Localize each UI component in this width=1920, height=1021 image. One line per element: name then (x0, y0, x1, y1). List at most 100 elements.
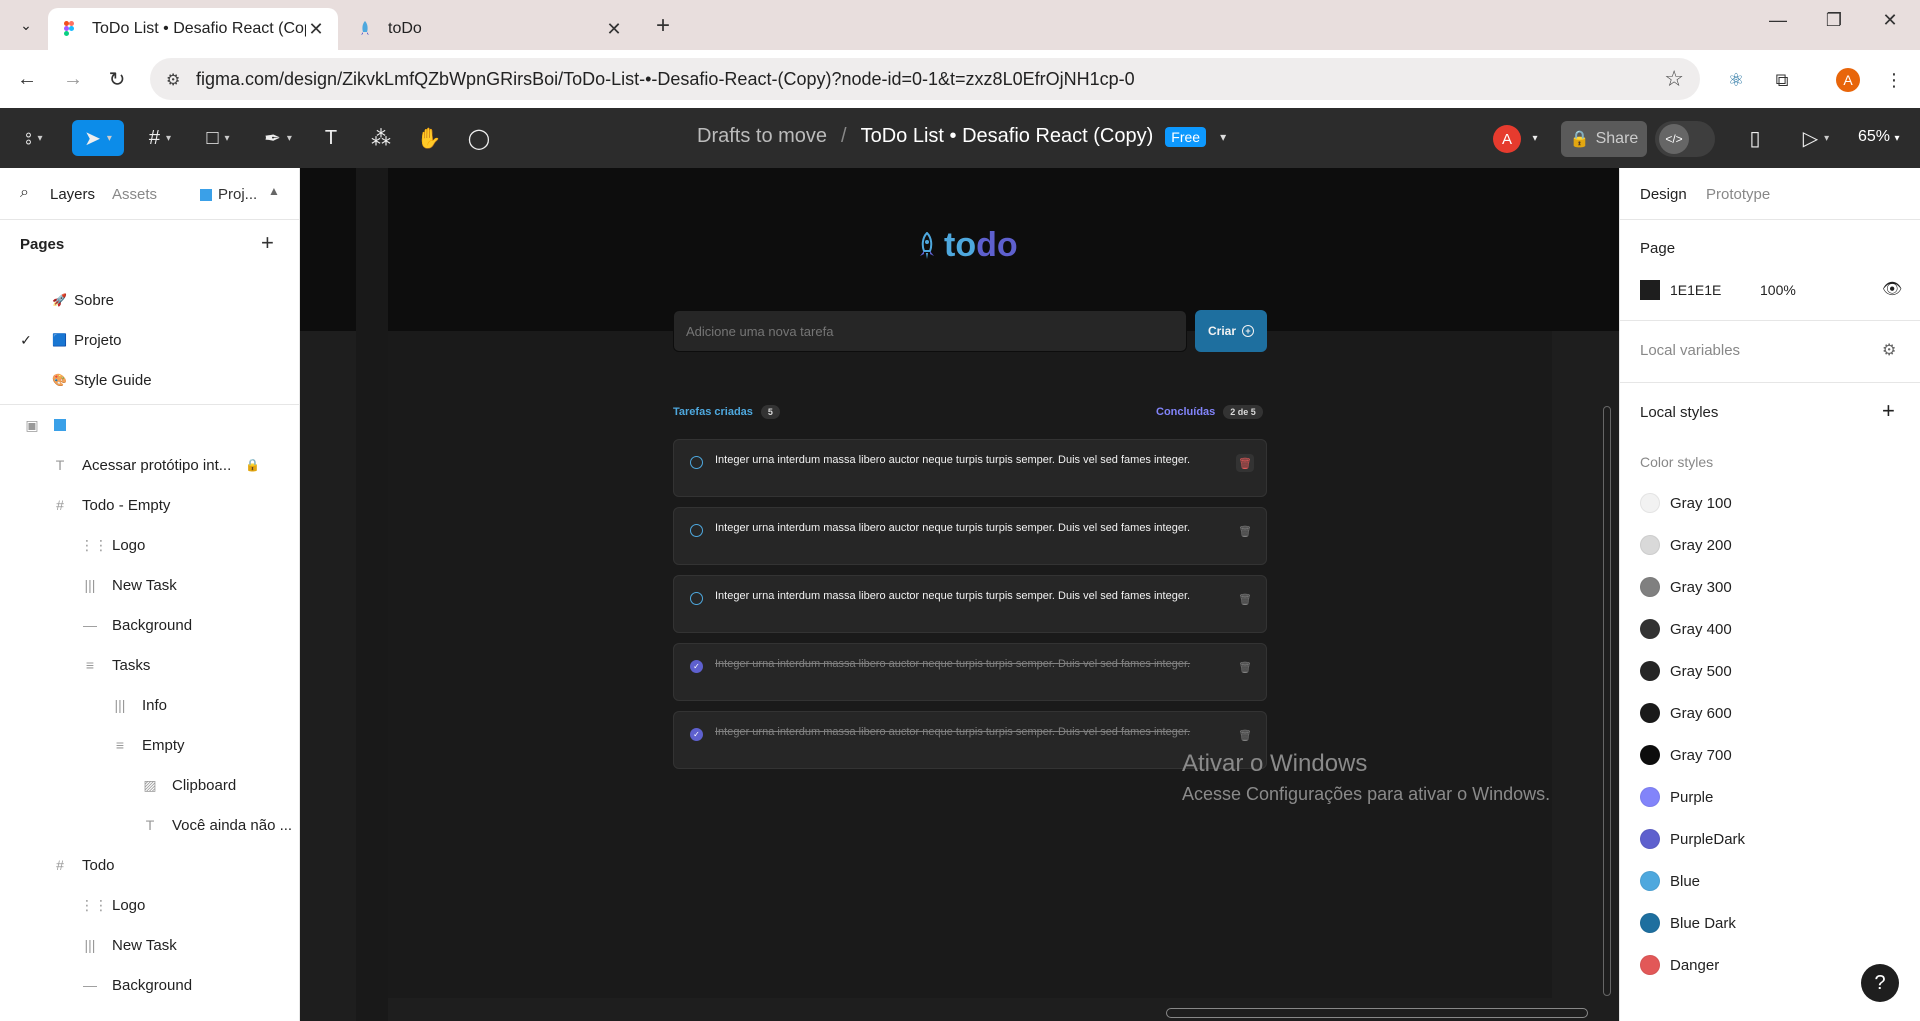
react-devtools-extension-icon[interactable]: ⚛ (1722, 66, 1750, 94)
unchecked-circle-icon[interactable] (690, 592, 703, 605)
trash-icon[interactable]: 🗑 (1236, 726, 1254, 744)
layer-row[interactable]: ||| New Task (0, 565, 300, 605)
layer-row[interactable]: — Background (0, 965, 300, 1005)
hand-tool[interactable]: ✋ (414, 120, 444, 156)
color-style-item[interactable]: Gray 400 (1620, 608, 1920, 650)
present-button[interactable]: ▷ ▾ (1796, 120, 1836, 156)
tab-design[interactable]: Design (1640, 186, 1687, 203)
trash-icon[interactable]: 🗑 (1236, 454, 1254, 472)
browser-menu-icon[interactable]: ⋮ (1880, 66, 1908, 94)
resources-tool[interactable]: ⁂ (366, 120, 396, 156)
layer-row[interactable]: T Você ainda não ... (0, 805, 300, 845)
page-item[interactable]: 🚀 Sobre (0, 280, 300, 320)
local-variables-label[interactable]: Local variables (1640, 342, 1740, 359)
collaborator-avatar[interactable]: A (1493, 125, 1521, 153)
layer-row[interactable]: ≡ Tasks (0, 645, 300, 685)
close-tab-icon[interactable]: ✕ (604, 19, 624, 40)
layer-row[interactable]: ||| Info (0, 685, 300, 725)
address-bar[interactable]: ⚙ figma.com/design/ZikvkLmfQZbWpnGRirsBo… (150, 58, 1700, 100)
move-tool[interactable]: ➤ ▾ (72, 120, 124, 156)
layer-row[interactable]: ⋮⋮ Logo (0, 885, 300, 925)
create-button[interactable]: Criar + (1195, 310, 1267, 352)
text-tool[interactable]: T (316, 120, 346, 156)
checked-circle-icon[interactable]: ✓ (690, 660, 703, 673)
lock-icon[interactable]: 🔒 (245, 458, 260, 472)
horizontal-scrollbar[interactable] (1166, 1008, 1588, 1018)
reload-icon[interactable]: ↻ (104, 66, 130, 92)
page-item[interactable]: ✓ 🟦 Projeto (0, 320, 300, 360)
color-style-item[interactable]: Gray 700 (1620, 734, 1920, 776)
browser-tab-todo[interactable]: toDo ✕ (344, 8, 636, 50)
share-button[interactable]: 🔒 Share (1561, 121, 1647, 157)
tab-layers[interactable]: Layers (50, 186, 95, 203)
color-style-item[interactable]: Gray 500 (1620, 650, 1920, 692)
browser-profile-avatar[interactable]: A (1836, 68, 1860, 92)
close-window-icon[interactable]: ✕ (1870, 10, 1910, 31)
layer-row[interactable]: ▨ Clipboard (0, 765, 300, 805)
bookmark-star-icon[interactable]: ☆ (1664, 66, 1684, 92)
new-task-input[interactable] (673, 310, 1187, 352)
help-button[interactable]: ? (1861, 964, 1899, 1002)
color-style-item[interactable]: Gray 100 (1620, 482, 1920, 524)
color-style-item[interactable]: Gray 200 (1620, 524, 1920, 566)
color-style-item[interactable]: PurpleDark (1620, 818, 1920, 860)
comment-tool[interactable]: ◯ (464, 120, 494, 156)
chevron-up-icon[interactable]: ▲ (268, 184, 280, 198)
url-text[interactable]: figma.com/design/ZikvkLmfQZbWpnGRirsBoi/… (196, 69, 1135, 90)
layer-page-root[interactable]: ▣ (0, 405, 300, 445)
forward-icon[interactable]: → (60, 66, 86, 92)
page-color-swatch[interactable] (1640, 280, 1660, 300)
page-opacity[interactable]: 100% (1760, 282, 1796, 298)
trash-icon[interactable]: 🗑 (1236, 658, 1254, 676)
frame-tool[interactable]: # ▾ (140, 120, 180, 156)
chevron-down-icon[interactable]: ▾ (1220, 130, 1226, 144)
chevron-down-icon[interactable]: ▾ (1528, 120, 1542, 156)
restore-icon[interactable]: ❐ (1814, 10, 1854, 31)
zoom-level[interactable]: 65% ▾ (1858, 128, 1900, 146)
shape-tool[interactable]: □ ▾ (198, 120, 238, 156)
layer-row[interactable]: ≡ Empty (0, 725, 300, 765)
figma-main-menu[interactable]: ⦂ ▾ (14, 120, 54, 156)
figma-canvas[interactable]: todo Criar + Tarefas criadas 5 Concluída… (300, 168, 1619, 1021)
variables-settings-icon[interactable]: ⚙ (1882, 340, 1896, 360)
page-color-hex[interactable]: 1E1E1E (1670, 282, 1721, 298)
layer-row[interactable]: # Todo - Empty (0, 485, 300, 525)
library-book-icon[interactable]: ▯ (1740, 120, 1770, 156)
folder-name[interactable]: Drafts to move (697, 125, 827, 148)
task-card[interactable]: Integer urna interdum massa libero aucto… (673, 439, 1267, 497)
layer-row[interactable]: T Acessar protótipo int... 🔒 (0, 445, 300, 485)
vertical-scrollbar[interactable] (1603, 406, 1611, 996)
extensions-puzzle-icon[interactable]: ⧉ (1768, 66, 1796, 94)
trash-icon[interactable]: 🗑 (1236, 590, 1254, 608)
task-card[interactable]: Integer urna interdum massa libero aucto… (673, 575, 1267, 633)
page-selector[interactable]: Proj... (200, 186, 257, 203)
layer-row[interactable]: ⋮⋮ Logo (0, 525, 300, 565)
checked-circle-icon[interactable]: ✓ (690, 728, 703, 741)
tab-search-chevron-icon[interactable]: ⌄ (12, 12, 40, 38)
add-page-icon[interactable]: + (261, 230, 274, 256)
layer-row[interactable]: ||| New Task (0, 925, 300, 965)
pen-tool[interactable]: ✒ ▾ (258, 120, 298, 156)
tab-assets[interactable]: Assets (112, 186, 157, 203)
page-item[interactable]: 🎨 Style Guide (0, 360, 300, 400)
add-style-icon[interactable]: + (1882, 398, 1895, 424)
task-card[interactable]: ✓ Integer urna interdum massa libero auct… (673, 711, 1267, 769)
color-style-item[interactable]: Purple (1620, 776, 1920, 818)
unchecked-circle-icon[interactable] (690, 456, 703, 469)
color-style-item[interactable]: Blue Dark (1620, 902, 1920, 944)
task-card[interactable]: Integer urna interdum massa libero aucto… (673, 507, 1267, 565)
task-card[interactable]: ✓ Integer urna interdum massa libero auct… (673, 643, 1267, 701)
todo-frame[interactable]: todo Criar + Tarefas criadas 5 Concluída… (388, 168, 1552, 998)
dev-mode-toggle[interactable]: </> (1655, 121, 1715, 157)
back-icon[interactable]: ← (14, 66, 40, 92)
trash-icon[interactable]: 🗑 (1236, 522, 1254, 540)
eye-icon[interactable]: 👁 (1882, 279, 1902, 299)
color-style-item[interactable]: Gray 300 (1620, 566, 1920, 608)
tab-prototype[interactable]: Prototype (1706, 186, 1770, 203)
minimize-icon[interactable]: — (1758, 10, 1798, 31)
site-info-icon[interactable]: ⚙ (166, 70, 180, 90)
browser-tab-figma[interactable]: ToDo List • Desafio React (Copy) ✕ (48, 8, 338, 50)
layer-row[interactable]: — Background (0, 605, 300, 645)
color-style-item[interactable]: Blue (1620, 860, 1920, 902)
new-tab-icon[interactable]: + (650, 12, 676, 40)
